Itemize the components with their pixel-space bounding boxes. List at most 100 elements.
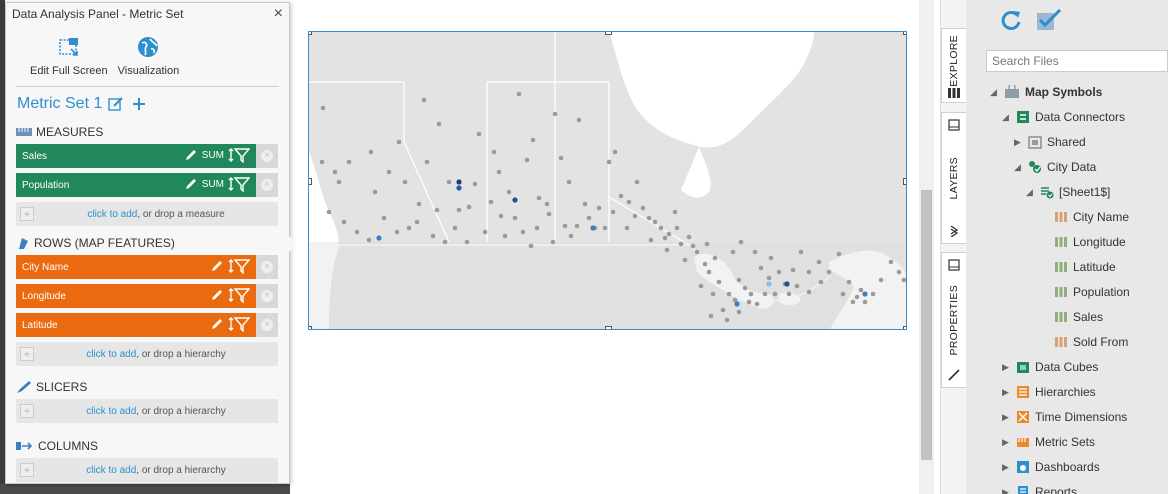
city-point[interactable] bbox=[618, 193, 624, 199]
city-point[interactable] bbox=[402, 179, 408, 185]
measure-item-sales[interactable]: Sales SUM × bbox=[16, 144, 278, 168]
city-point[interactable] bbox=[806, 289, 812, 295]
add-icon[interactable]: + bbox=[20, 404, 34, 418]
city-point[interactable] bbox=[568, 233, 574, 239]
resize-handle-se[interactable] bbox=[903, 326, 906, 329]
city-point[interactable] bbox=[476, 131, 482, 137]
city-point-highlight[interactable] bbox=[734, 301, 740, 307]
click-to-add-link[interactable]: click to add bbox=[86, 349, 136, 360]
city-point[interactable] bbox=[746, 299, 752, 305]
edit-note-icon[interactable] bbox=[108, 96, 124, 112]
city-point[interactable] bbox=[862, 299, 868, 305]
city-point[interactable] bbox=[516, 91, 522, 97]
city-point[interactable] bbox=[436, 121, 442, 127]
select-check-icon[interactable] bbox=[1036, 9, 1062, 31]
city-point[interactable] bbox=[421, 97, 427, 103]
city-point[interactable] bbox=[748, 291, 754, 297]
tree-item-field-city-name[interactable]: City Name bbox=[1054, 207, 1129, 227]
city-point[interactable] bbox=[626, 199, 632, 205]
city-point[interactable] bbox=[319, 159, 325, 165]
collapsed-arrow-icon[interactable]: ▶ bbox=[1002, 387, 1012, 398]
pencil-icon[interactable] bbox=[210, 288, 224, 302]
sort-filter-icon[interactable] bbox=[228, 316, 250, 332]
city-point[interactable] bbox=[336, 179, 342, 185]
pencil-icon[interactable] bbox=[210, 317, 224, 331]
city-point[interactable] bbox=[586, 215, 592, 221]
city-point[interactable] bbox=[850, 299, 856, 305]
city-point[interactable] bbox=[758, 265, 764, 271]
measure-item-population[interactable]: Population SUM × bbox=[16, 173, 278, 197]
city-point[interactable] bbox=[754, 301, 760, 307]
city-point[interactable] bbox=[452, 225, 458, 231]
city-point[interactable] bbox=[768, 255, 774, 261]
city-point-highlight[interactable] bbox=[376, 235, 382, 241]
tree-item-shared[interactable]: ▶ Shared bbox=[1014, 132, 1086, 152]
city-point[interactable] bbox=[524, 157, 530, 163]
visualization-button[interactable]: Visualization bbox=[118, 35, 179, 86]
city-point[interactable] bbox=[648, 237, 654, 243]
city-point[interactable] bbox=[776, 269, 782, 275]
city-point[interactable] bbox=[442, 239, 448, 245]
city-point[interactable] bbox=[544, 201, 550, 207]
city-point[interactable] bbox=[550, 239, 556, 245]
city-point[interactable] bbox=[708, 313, 714, 319]
city-point[interactable] bbox=[434, 207, 440, 213]
city-point[interactable] bbox=[658, 225, 664, 231]
city-point[interactable] bbox=[772, 291, 778, 297]
city-point-highlight[interactable] bbox=[784, 281, 790, 287]
add-row-slot[interactable]: + click to add, or drop a hierarchy bbox=[16, 342, 278, 366]
city-point[interactable] bbox=[702, 261, 708, 267]
map-visual[interactable] bbox=[308, 31, 907, 330]
city-point[interactable] bbox=[446, 179, 452, 185]
city-point[interactable] bbox=[736, 277, 742, 283]
city-point[interactable] bbox=[406, 225, 412, 231]
city-point[interactable] bbox=[596, 205, 602, 211]
tree-item-field-sales[interactable]: Sales bbox=[1054, 307, 1103, 327]
city-point[interactable] bbox=[878, 277, 884, 283]
tree-item-reports[interactable]: ▶ Reports bbox=[1002, 482, 1077, 494]
city-point[interactable] bbox=[416, 201, 422, 207]
city-point[interactable] bbox=[686, 234, 692, 240]
city-point[interactable] bbox=[386, 169, 392, 175]
add-column-slot[interactable]: + click to add, or drop a hierarchy bbox=[16, 458, 278, 482]
city-point[interactable] bbox=[576, 117, 582, 123]
resize-handle-w[interactable] bbox=[309, 178, 312, 185]
tree-item-data-connectors[interactable]: ◢ Data Connectors bbox=[1002, 107, 1125, 127]
canvas-vertical-scrollbar[interactable] bbox=[919, 0, 934, 494]
city-point[interactable] bbox=[612, 149, 618, 155]
resize-handle-ne[interactable] bbox=[903, 32, 906, 35]
city-point[interactable] bbox=[652, 219, 658, 225]
city-point[interactable] bbox=[424, 159, 430, 165]
city-point[interactable] bbox=[806, 269, 812, 275]
sort-filter-icon[interactable] bbox=[228, 258, 250, 274]
city-point[interactable] bbox=[430, 233, 436, 239]
tree-item-hierarchies[interactable]: ▶ Hierarchies bbox=[1002, 382, 1096, 402]
city-point[interactable] bbox=[762, 291, 768, 297]
pencil-icon[interactable] bbox=[210, 259, 224, 273]
city-point[interactable] bbox=[368, 149, 374, 155]
tab-properties[interactable]: PROPERTIES bbox=[941, 252, 967, 388]
city-point[interactable] bbox=[662, 235, 668, 241]
city-point[interactable] bbox=[888, 259, 894, 265]
city-point[interactable] bbox=[394, 229, 400, 235]
city-point[interactable] bbox=[710, 291, 716, 297]
click-to-add-link[interactable]: click to add bbox=[86, 465, 136, 476]
map-canvas[interactable] bbox=[309, 32, 907, 330]
city-point[interactable] bbox=[678, 241, 684, 247]
tab-layers[interactable]: LAYERS bbox=[941, 112, 967, 244]
collapsed-arrow-icon[interactable]: ▶ bbox=[1002, 462, 1012, 473]
city-point[interactable] bbox=[790, 267, 796, 273]
expanded-arrow-icon[interactable]: ◢ bbox=[1014, 162, 1024, 173]
remove-icon[interactable]: × bbox=[256, 284, 278, 308]
city-point[interactable] bbox=[698, 283, 704, 289]
city-point[interactable] bbox=[326, 209, 332, 215]
city-point[interactable] bbox=[786, 291, 792, 297]
tree-item-field-longitude[interactable]: Longitude bbox=[1054, 232, 1126, 252]
city-point[interactable] bbox=[752, 249, 758, 255]
aggregation-label[interactable]: SUM bbox=[202, 150, 224, 161]
resize-handle-s[interactable] bbox=[605, 326, 612, 329]
city-point[interactable] bbox=[512, 215, 518, 221]
city-point[interactable] bbox=[528, 243, 534, 249]
add-icon[interactable]: + bbox=[20, 207, 34, 221]
tree-item-field-latitude[interactable]: Latitude bbox=[1054, 257, 1116, 277]
